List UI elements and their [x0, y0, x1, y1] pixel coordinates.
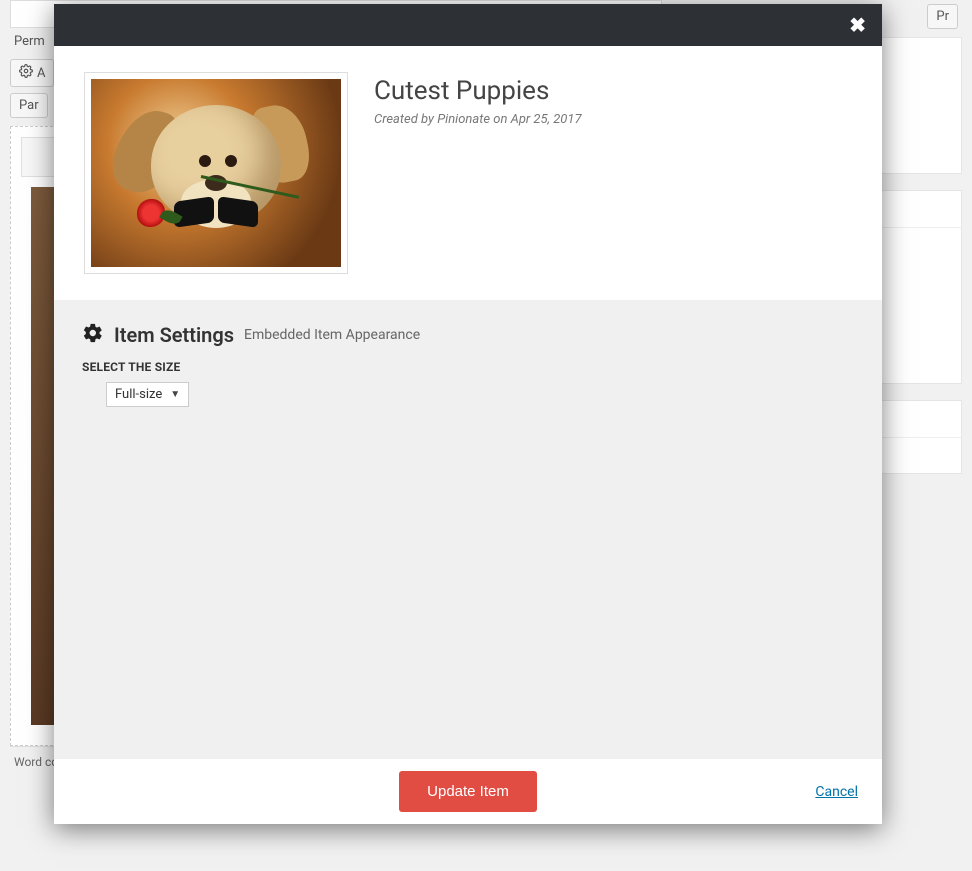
modal-header: Cutest Puppies Created by Pinionate on A…: [54, 46, 882, 300]
gear-icon: [82, 322, 104, 348]
select-size-label: Select the Size: [82, 360, 854, 374]
settings-subheading: Embedded Item Appearance: [244, 327, 420, 343]
item-settings-modal: ✖ Cutest Puppies Created by Pinionate: [54, 4, 882, 824]
chevron-down-icon: ▼: [170, 389, 180, 400]
item-settings-panel: Item Settings Embedded Item Appearance S…: [54, 300, 882, 758]
cancel-link[interactable]: Cancel: [815, 784, 858, 800]
item-subtitle: Created by Pinionate on Apr 25, 2017: [374, 112, 582, 127]
modal-footer: Update Item Cancel: [54, 758, 882, 824]
update-item-button[interactable]: Update Item: [399, 771, 537, 812]
size-select-value: Full-size: [115, 387, 162, 402]
item-title: Cutest Puppies: [374, 76, 582, 106]
close-icon[interactable]: ✖: [849, 15, 866, 35]
item-thumbnail: [84, 72, 348, 274]
modal-titlebar: ✖: [54, 4, 882, 46]
settings-heading: Item Settings: [114, 323, 234, 347]
size-select[interactable]: Full-size ▼: [106, 382, 189, 407]
